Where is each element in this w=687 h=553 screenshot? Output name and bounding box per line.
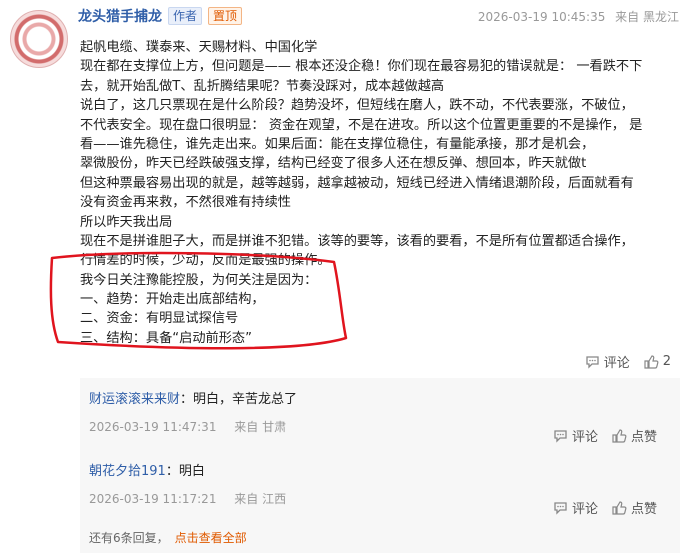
comment-label: 评论 (603, 356, 630, 371)
thumbs-up-icon (644, 354, 659, 369)
post-line: 但这种票最容易出现的就是，越等越弱，越拿越被动，短线已经进入情绪退潮阶段，后面就… (80, 175, 634, 191)
reply-comment-button[interactable]: 评论 (553, 498, 598, 517)
reply-actions: 评论 点赞 (539, 426, 657, 445)
post-line: 去，就开始乱做T、乱折腾结果呢？节奏没踩对，成本越做越高 (80, 78, 445, 94)
reply-text: 朝花夕拾191：明白 (89, 460, 669, 479)
comment-icon (586, 355, 599, 369)
post-body: 起帆电缆、璞泰来、天赐材料、中国化学 现在都在支撑位上方，但问题是—— 根本还没… (80, 38, 680, 348)
post-line: 所以昨天我出局 (80, 214, 173, 230)
replies-panel: 财运滚滚来来财：明白，辛苦龙总了 2026-03-19 11:47:31 来自 … (80, 378, 680, 553)
comment-icon (554, 429, 567, 443)
reply-location: 来自 江西 (234, 492, 287, 506)
reply-item: 朝花夕拾191：明白 2026-03-19 11:17:21 来自 江西 评论 … (89, 460, 669, 517)
post-line: 起帆电缆、璞泰来、天赐材料、中国化学 (80, 40, 318, 55)
thumbs-up-icon (612, 428, 627, 443)
reply-content: ：明白 (165, 464, 205, 479)
post-line: 没有资金再来救，不然很难有持续性 (80, 195, 291, 211)
post-line: 我今日关注豫能控股，为何关注是因为： (80, 272, 318, 288)
reply-like-button[interactable]: 点赞 (612, 426, 657, 445)
post-line: 三、结构：具备“启动前形态” (80, 330, 252, 346)
reply-comment-label: 评论 (571, 502, 598, 517)
more-replies-text: 还有6条回复， (89, 531, 169, 545)
reply-author[interactable]: 朝花夕拾191 (89, 464, 166, 479)
post-line: 翠微股份，昨天已经跌破强支撑，结构已经变了很多人还在想反弹、想回本，昨天就做t (80, 156, 587, 172)
post-meta: 2026-03-19 10:45:35 来自 黑龙江 (472, 8, 679, 25)
thumbs-up-icon (612, 500, 627, 515)
avatar[interactable] (10, 10, 68, 68)
like-button[interactable]: 2 (644, 354, 671, 369)
view-all-replies-link[interactable]: 点击查看全部 (175, 531, 247, 545)
reply-text: 财运滚滚来来财：明白，辛苦龙总了 (89, 388, 669, 407)
reply-like-button[interactable]: 点赞 (612, 498, 657, 517)
reply-location: 来自 甘肃 (234, 420, 287, 434)
more-replies: 还有6条回复， 点击查看全部 (89, 529, 247, 546)
post-header: 龙头猎手捕龙 作者 置顶 (78, 6, 243, 26)
pinned-badge: 置顶 (208, 7, 243, 25)
like-count: 2 (662, 354, 671, 369)
post-line: 现在不是拼谁胆子大，而是拼谁不犯错。该等的要等，该看的要看，不是所有位置都适合操… (80, 233, 634, 249)
reply-actions: 评论 点赞 (539, 498, 657, 517)
post-line: 不代表安全。现在盘口很明显： 资金在观望，不是在进攻。所以这个位置更重要的不是操… (80, 117, 643, 133)
reply-comment-button[interactable]: 评论 (553, 426, 598, 445)
post-location: 来自 黑龙江 (615, 10, 679, 24)
comment-button[interactable]: 评论 (585, 352, 630, 371)
reply-like-label: 点赞 (630, 430, 657, 445)
reply-time: 2026-03-19 11:47:31 (89, 420, 217, 434)
author-name[interactable]: 龙头猎手捕龙 (78, 6, 162, 26)
reply-content: ：明白，辛苦龙总了 (180, 392, 298, 407)
reply-comment-label: 评论 (571, 430, 598, 445)
reply-like-label: 点赞 (630, 502, 657, 517)
post-actions: 评论 2 (571, 352, 671, 371)
author-badge: 作者 (168, 7, 203, 25)
post-line: 看——谁先稳住，谁先走出来。如果后面：能在支撑位稳住，有量能承接，那才是机会， (80, 136, 595, 152)
post-line: 一、趋势：开始走出底部结构， (80, 292, 265, 308)
reply-time: 2026-03-19 11:17:21 (89, 492, 217, 506)
post-line: 行情差的时候，少动，反而是最强的操作。 (80, 253, 331, 269)
reply-item: 财运滚滚来来财：明白，辛苦龙总了 2026-03-19 11:47:31 来自 … (89, 388, 669, 445)
post-timestamp: 2026-03-19 10:45:35 (477, 10, 606, 24)
post-line: 二、资金：有明显试探信号 (80, 311, 239, 327)
post-line: 说白了，这几只票现在是什么阶段？趋势没坏，但短线在磨人，跌不动，不代表要涨，不破… (80, 98, 634, 114)
reply-author[interactable]: 财运滚滚来来财 (89, 392, 180, 407)
comment-icon (554, 501, 567, 515)
post-line: 现在都在支撑位上方，但问题是—— 根本还没企稳！你们现在最容易犯的错误就是： 一… (80, 59, 643, 75)
